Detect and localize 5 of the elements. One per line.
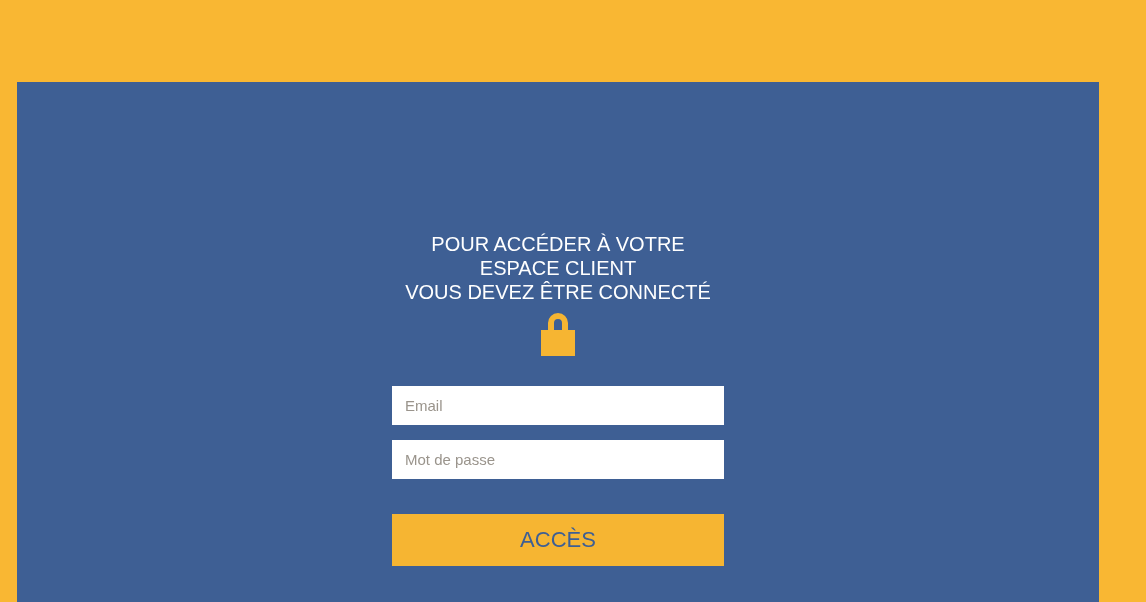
access-button[interactable]: ACCÈS bbox=[392, 514, 724, 566]
input-field[interactable]: Mot de passe bbox=[392, 440, 724, 479]
input-field[interactable]: Email bbox=[392, 386, 724, 425]
login-heading: POUR ACCÉDER À VOTRE ESPACE CLIENT VOUS DEVEZ ÊTRE CONNECTÉ bbox=[405, 232, 711, 304]
padlock-icon bbox=[541, 310, 575, 356]
